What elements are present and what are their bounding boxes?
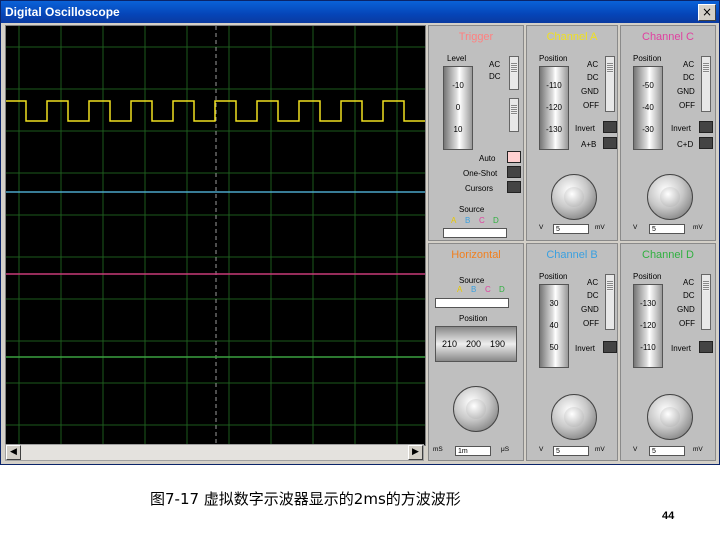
channel-d-title: Channel D [642,249,694,261]
auto-button[interactable] [507,151,521,163]
channel-a-combine-button[interactable] [603,137,617,149]
scope-grid [6,26,425,445]
channel-c-coupling-switch[interactable] [701,56,711,112]
trigger-edge-switch[interactable] [509,98,519,132]
oscilloscope-window: Digital Oscilloscope × ◀ ▶ Trigger Level… [0,0,720,465]
channel-d-invert-button[interactable] [699,341,713,353]
channel-a-coupling-switch[interactable] [605,56,615,112]
horizontal-title: Horizontal [451,249,501,261]
channel-a-volts-field[interactable]: 5 [553,224,589,234]
horizontal-panel: Horizontal Source A B C D Position 210 2… [428,243,524,461]
channel-d-volts-field[interactable]: 5 [649,446,685,456]
channel-d-position-roller[interactable]: -130 -120 -110 [633,284,663,368]
channel-c-title: Channel C [642,31,694,43]
channel-a-square-wave [6,100,425,122]
scroll-left-icon[interactable]: ◀ [6,445,21,460]
scope-display [5,25,426,446]
channel-a-volts-div-knob[interactable] [551,174,597,220]
channel-c-volts-div-knob[interactable] [647,174,693,220]
horizontal-time-div-knob[interactable] [453,386,499,432]
title-bar[interactable]: Digital Oscilloscope × [1,1,719,23]
channel-c-panel: Channel C Position -50 -40 -30 AC DC GND O… [620,25,716,241]
channel-a-title: Channel A [546,31,598,43]
channel-d-panel: Channel D Position -130 -120 -110 AC DC GN… [620,243,716,461]
trigger-source-slider[interactable] [443,228,507,238]
channel-b-title: Channel B [546,249,598,261]
close-button[interactable]: × [698,4,716,21]
horizontal-time-field[interactable]: 1m [455,446,491,456]
channel-b-panel: Channel B Position 30 40 50 AC DC GND OFF … [526,243,618,461]
channel-a-position-roller[interactable]: -110 -120 -130 [539,66,569,150]
scroll-right-icon[interactable]: ▶ [408,445,423,460]
window-title: Digital Oscilloscope [5,5,120,19]
channel-a-invert-button[interactable] [603,121,617,133]
channel-b-volts-div-knob[interactable] [551,394,597,440]
channel-c-volts-field[interactable]: 5 [649,224,685,234]
channel-d-volts-div-knob[interactable] [647,394,693,440]
trigger-coupling-switch[interactable] [509,56,519,90]
page-number: 44 [662,510,675,522]
channel-c-combine-button[interactable] [699,137,713,149]
trigger-title: Trigger [458,31,494,43]
figure-caption: 图7-17 虚拟数字示波器显示的2ms的方波波形 [150,490,461,508]
trigger-level-roller[interactable]: -10 0 10 [443,66,473,150]
channel-b-volts-field[interactable]: 5 [553,446,589,456]
channel-b-invert-button[interactable] [603,341,617,353]
trigger-panel: Trigger Level -10 0 10 AC DC Auto One-Sh… [428,25,524,241]
channel-b-position-roller[interactable]: 30 40 50 [539,284,569,368]
level-label: Level [447,54,467,63]
horizontal-scrollbar[interactable]: ◀ ▶ [5,444,424,461]
horizontal-position-roller[interactable]: 210 200 190 [435,326,517,362]
cursors-button[interactable] [507,181,521,193]
one-shot-button[interactable] [507,166,521,178]
channel-b-coupling-switch[interactable] [605,274,615,330]
channel-a-panel: Channel A Position -110 -120 -130 AC DC GN… [526,25,618,241]
channel-d-coupling-switch[interactable] [701,274,711,330]
channel-c-invert-button[interactable] [699,121,713,133]
horizontal-source-slider[interactable] [435,298,509,308]
channel-c-position-roller[interactable]: -50 -40 -30 [633,66,663,150]
